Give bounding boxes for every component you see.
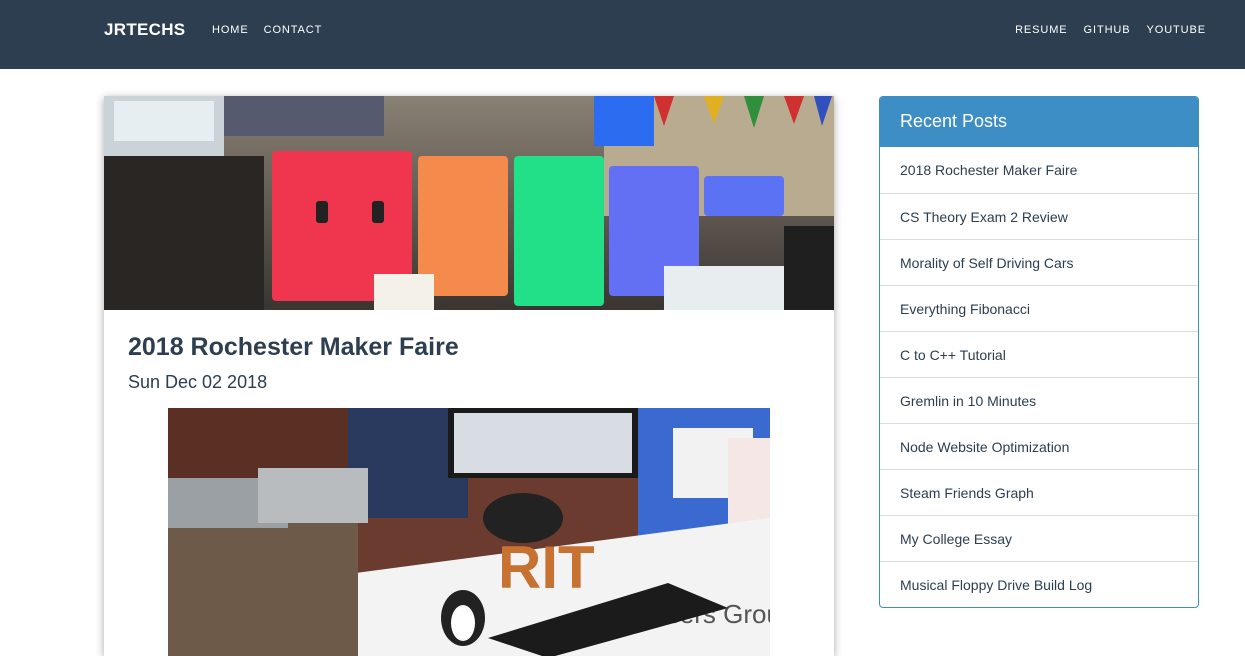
post-banner-image[interactable]	[104, 96, 834, 310]
nav-github-link[interactable]: GITHUB	[1084, 24, 1131, 36]
nav-home-link[interactable]: HOME	[212, 24, 249, 36]
banner-illustration	[104, 96, 834, 310]
recent-post-item[interactable]: 2018 Rochester Maker Faire	[880, 147, 1198, 193]
recent-post-item[interactable]: Everything Fibonacci	[880, 285, 1198, 331]
brand-link[interactable]: JRTECHS	[104, 20, 185, 40]
post-date: Sun Dec 02 2018	[128, 372, 268, 392]
recent-post-item[interactable]: Gremlin in 10 Minutes	[880, 377, 1198, 423]
nav-right: RESUME GITHUB YOUTUBE	[1015, 24, 1206, 36]
nav-youtube-link[interactable]: YOUTUBE	[1147, 24, 1206, 36]
recent-posts-heading: Recent Posts	[880, 97, 1198, 147]
recent-post-item[interactable]: Morality of Self Driving Cars	[880, 239, 1198, 285]
recent-post-item[interactable]: Steam Friends Graph	[880, 469, 1198, 515]
top-navbar: JRTECHS HOME CONTACT RESUME GITHUB YOUTU…	[0, 0, 1245, 69]
recent-post-item[interactable]: C to C++ Tutorial	[880, 331, 1198, 377]
photo-illustration: RIT Users Group	[168, 408, 770, 656]
post-photo: RIT Users Group	[168, 408, 770, 656]
recent-post-item[interactable]: Node Website Optimization	[880, 423, 1198, 469]
recent-post-item[interactable]: CS Theory Exam 2 Review	[880, 193, 1198, 239]
recent-post-item[interactable]: My College Essay	[880, 515, 1198, 561]
recent-posts-list: 2018 Rochester Maker Faire CS Theory Exa…	[880, 147, 1198, 607]
nav-left: HOME CONTACT	[212, 24, 322, 36]
nav-contact-link[interactable]: CONTACT	[264, 24, 323, 36]
post-title: 2018 Rochester Maker Faire	[128, 333, 459, 361]
recent-posts-panel: Recent Posts 2018 Rochester Maker Faire …	[879, 96, 1199, 608]
nav-resume-link[interactable]: RESUME	[1015, 24, 1067, 36]
recent-post-item[interactable]: Musical Floppy Drive Build Log	[880, 561, 1198, 607]
post-card: 2018 Rochester Maker Faire Sun Dec 02 20…	[104, 96, 834, 656]
svg-text:RIT: RIT	[498, 534, 595, 601]
